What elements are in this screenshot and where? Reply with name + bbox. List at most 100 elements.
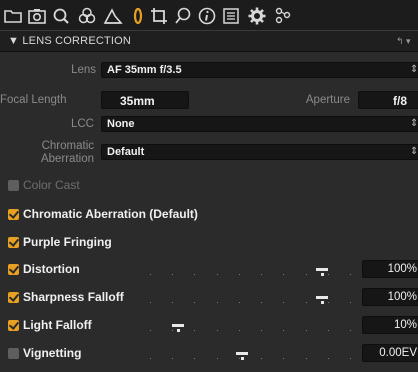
aperture-field[interactable]: f/8 bbox=[358, 91, 418, 109]
slider-checkbox[interactable] bbox=[8, 292, 19, 303]
exposure-icon[interactable] bbox=[102, 5, 124, 27]
search-icon[interactable] bbox=[50, 5, 72, 27]
slider-tick bbox=[283, 358, 285, 359]
metadata-icon[interactable] bbox=[220, 5, 242, 27]
chromatic-aberration-checkbox[interactable] bbox=[8, 209, 19, 220]
slider-tick bbox=[150, 302, 151, 303]
slider-label: Distortion bbox=[23, 262, 80, 276]
toolbar bbox=[0, 0, 418, 30]
gear-icon[interactable] bbox=[246, 5, 268, 27]
slider-tick bbox=[238, 330, 240, 331]
slider-tick bbox=[150, 358, 151, 359]
lens-select[interactable]: AF 35mm f/3.5 ⇕ bbox=[101, 62, 418, 78]
slider-tick bbox=[238, 358, 240, 359]
slider-checkbox[interactable] bbox=[8, 320, 19, 331]
section-title: ▼ LENS CORRECTION bbox=[8, 35, 132, 47]
slider-handle[interactable] bbox=[236, 352, 248, 355]
slider-handle[interactable] bbox=[316, 296, 328, 299]
slider-tick bbox=[150, 330, 151, 331]
slider-label: Sharpness Falloff bbox=[23, 290, 124, 304]
slider-value: 100% bbox=[387, 263, 417, 275]
chevron-updown-icon: ⇕ bbox=[410, 64, 418, 75]
slider-tick bbox=[283, 302, 285, 303]
slider-tick bbox=[350, 330, 351, 331]
lcc-value: None bbox=[107, 118, 135, 130]
chevron-updown-icon: ⇕ bbox=[410, 118, 418, 129]
chromatic-aberration-select[interactable]: Default ⇕ bbox=[101, 144, 418, 160]
purple-fringing-checkbox[interactable] bbox=[8, 237, 19, 248]
slider-value-field[interactable]: 0.00EV bbox=[362, 344, 418, 362]
slider-checkbox[interactable] bbox=[8, 264, 19, 275]
lcc-select[interactable]: None ⇕ bbox=[101, 116, 418, 132]
lens-label: Lens bbox=[71, 64, 96, 76]
slider-pointer bbox=[321, 273, 324, 276]
slider-tick bbox=[216, 274, 218, 275]
slider-tick bbox=[261, 358, 263, 359]
slider-tick bbox=[350, 274, 351, 275]
slider-tick bbox=[305, 302, 307, 303]
slider-tick bbox=[327, 274, 329, 275]
batch-icon[interactable] bbox=[272, 5, 294, 27]
slider-pointer bbox=[321, 301, 324, 304]
slider-tick bbox=[194, 358, 196, 359]
color-cast-checkbox[interactable] bbox=[8, 180, 19, 191]
local-adjust-icon[interactable] bbox=[172, 5, 194, 27]
slider-tick bbox=[172, 274, 174, 275]
slider-tick bbox=[216, 330, 218, 331]
camera-icon[interactable] bbox=[26, 5, 48, 27]
slider-tick bbox=[327, 330, 329, 331]
slider-tick bbox=[350, 302, 351, 303]
slider-value: 100% bbox=[387, 291, 417, 303]
slider-tick bbox=[261, 302, 263, 303]
chromatic-aberration-label: Chromatic Aberration bbox=[40, 140, 94, 165]
slider-label: Light Falloff bbox=[23, 318, 92, 332]
chevron-updown-icon: ⇕ bbox=[410, 146, 418, 157]
slider-tick bbox=[172, 358, 174, 359]
aperture-value: f/8 bbox=[393, 94, 408, 108]
slider-tick bbox=[305, 330, 307, 331]
slider-value: 10% bbox=[393, 319, 417, 331]
slider-tick bbox=[261, 274, 263, 275]
info-icon[interactable] bbox=[196, 5, 218, 27]
slider-tick bbox=[305, 358, 307, 359]
slider-tick bbox=[238, 274, 240, 275]
aperture-label: Aperture bbox=[305, 94, 350, 106]
slider-tick bbox=[283, 274, 285, 275]
slider-tick bbox=[150, 274, 151, 275]
folder-icon[interactable] bbox=[2, 5, 24, 27]
slider-tick bbox=[350, 358, 351, 359]
lens-value: AF 35mm f/3.5 bbox=[107, 64, 182, 76]
slider-tick bbox=[194, 274, 196, 275]
slider-pointer bbox=[241, 357, 244, 360]
crop-icon[interactable] bbox=[148, 5, 170, 27]
slider-checkbox[interactable] bbox=[8, 348, 19, 359]
slider-tick bbox=[283, 330, 285, 331]
color-circles-icon[interactable] bbox=[76, 5, 98, 27]
slider-tick bbox=[238, 302, 240, 303]
slider-handle[interactable] bbox=[316, 268, 328, 271]
lens-correction-header[interactable]: ▼ LENS CORRECTION ↰ ▾ bbox=[0, 30, 418, 52]
slider-value: 0.00EV bbox=[379, 347, 417, 359]
focal-length-field[interactable]: 35mm bbox=[101, 91, 189, 109]
slider-tick bbox=[327, 302, 329, 303]
slider-tick bbox=[327, 358, 329, 359]
color-cast-label: Color Cast bbox=[23, 178, 80, 192]
purple-fringing-label: Purple Fringing bbox=[23, 235, 112, 249]
slider-tick bbox=[216, 358, 218, 359]
focal-length-label: Focal Length bbox=[0, 94, 67, 106]
reset-icon[interactable]: ↰ ▾ bbox=[396, 36, 411, 47]
slider-pointer bbox=[177, 329, 180, 332]
slider-tick bbox=[305, 274, 307, 275]
chromatic-aberration-check-label: Chromatic Aberration (Default) bbox=[23, 207, 198, 221]
slider-tick bbox=[194, 302, 196, 303]
slider-value-field[interactable]: 100% bbox=[362, 260, 418, 278]
lcc-label: LCC bbox=[70, 118, 94, 130]
slider-value-field[interactable]: 10% bbox=[362, 316, 418, 334]
slider-label: Vignetting bbox=[23, 346, 82, 360]
slider-tick bbox=[261, 330, 263, 331]
slider-handle[interactable] bbox=[172, 324, 184, 327]
slider-value-field[interactable]: 100% bbox=[362, 288, 418, 306]
chromatic-aberration-value: Default bbox=[107, 146, 145, 158]
slider-tick bbox=[172, 302, 174, 303]
lens-icon[interactable] bbox=[127, 5, 149, 27]
